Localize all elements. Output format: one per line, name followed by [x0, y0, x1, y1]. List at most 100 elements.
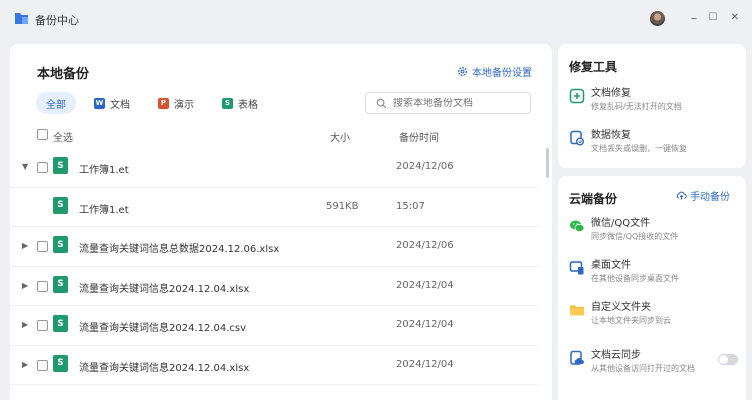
sheet-file-icon: S: [53, 157, 68, 174]
sheet-file-icon: S: [53, 315, 68, 332]
filter-label: 表格: [238, 99, 258, 111]
row-checkbox[interactable]: [37, 280, 48, 292]
gear-icon: [458, 67, 467, 76]
wechat-qq-item[interactable]: 微信/QQ文件 同步微信/QQ接收的文件: [569, 214, 739, 248]
folder-icon: [570, 305, 584, 316]
local-backup-panel: 本地备份 本地备份设置 全部 W 文档 P 演示 S 表格 全选 大小 备份时间 ▼ …: [10, 44, 552, 400]
repair-tools-card: 修复工具 文档修复 修复乱码/无法打开的文档 数据恢复 文档丢失或误删，一键恢复: [558, 44, 746, 168]
word-icon: W: [94, 97, 105, 109]
desktop-icon: [569, 261, 584, 275]
sheet-file-icon: S: [53, 236, 68, 253]
item-title: 微信/QQ文件: [591, 218, 651, 229]
file-list: ▼ S 工作簿1.et 2024/12/06 S 工作簿1.et 591KB 1…: [10, 148, 540, 385]
filter-document[interactable]: W 文档: [84, 92, 140, 114]
filter-presentation[interactable]: P 演示: [148, 92, 204, 114]
page-title: 本地备份: [37, 67, 90, 82]
item-title: 桌面文件: [591, 260, 631, 271]
item-desc: 从其他设备访问打开过的文档: [591, 364, 695, 373]
table-row[interactable]: S 工作簿1.et 591KB 15:07: [10, 188, 540, 227]
filter-label: 文档: [110, 99, 130, 111]
backup-time: 2024/12/04: [396, 319, 454, 330]
expand-arrow-icon[interactable]: ▶: [22, 320, 28, 329]
expand-arrow-icon[interactable]: ▼: [22, 162, 28, 171]
cloud-sync-icon: [570, 350, 584, 365]
app-title: 备份中心: [35, 14, 79, 27]
header-select-all[interactable]: 全选: [53, 129, 73, 144]
minimize-button[interactable]: –: [686, 10, 702, 26]
row-checkbox[interactable]: [37, 162, 48, 173]
item-title: 文档云同步: [591, 350, 641, 361]
item-desc: 修复乱码/无法打开的文档: [591, 102, 682, 111]
search-icon: [376, 98, 387, 108]
backup-time: 2024/12/06: [396, 161, 454, 172]
sheet-icon: S: [222, 97, 233, 109]
file-name: 流量查询关键词信息2024.12.04.xlsx: [79, 283, 250, 295]
backup-time: 15:07: [396, 200, 425, 212]
maximize-button[interactable]: ☐: [705, 10, 721, 26]
row-checkbox[interactable]: [37, 320, 48, 331]
repair-title: 修复工具: [569, 60, 618, 74]
sheet-file-icon: S: [53, 275, 68, 293]
filter-tabs: 全部 W 文档 P 演示 S 表格: [36, 92, 276, 114]
table-row[interactable]: ▶ S 流量查询关键词信息2024.12.04.xlsx 2024/12/04: [10, 346, 540, 385]
row-checkbox[interactable]: [37, 241, 48, 252]
header-time[interactable]: 备份时间: [399, 129, 439, 144]
sheet-file-icon: S: [53, 196, 68, 214]
desktop-files-item[interactable]: 桌面文件 在其他设备同步桌面文件: [569, 256, 739, 290]
table-header: 全选 大小 备份时间: [10, 124, 540, 146]
file-name: 流量查询关键词信息总数据2024.12.06.xlsx: [79, 244, 280, 255]
cloud-upload-icon: [676, 191, 687, 200]
cloud-sync-toggle[interactable]: [718, 354, 738, 365]
title-bar: 备份中心 – ☐ ✕: [0, 0, 752, 38]
file-name: 工作簿1.et: [79, 204, 129, 216]
cloud-backup-card: 云端备份 手动备份 微信/QQ文件 同步微信/QQ接收的文件 桌面文件 在其他设…: [558, 176, 746, 400]
filter-all[interactable]: 全部: [36, 92, 76, 114]
backup-settings-link[interactable]: 本地备份设置: [457, 64, 532, 79]
expand-arrow-icon[interactable]: ▶: [22, 360, 28, 369]
avatar[interactable]: [650, 11, 665, 26]
table-row[interactable]: ▶ S 流量查询关键词信息总数据2024.12.06.xlsx 2024/12/…: [10, 227, 540, 267]
item-title: 自定义文件夹: [591, 302, 651, 313]
ppt-icon: P: [158, 97, 169, 109]
manual-backup-label: 手动备份: [690, 192, 730, 203]
item-desc: 让本地文件夹同步到云: [591, 316, 671, 325]
filter-label: 演示: [174, 99, 194, 111]
backup-time: 2024/12/04: [396, 358, 454, 370]
doc-cloud-sync-item[interactable]: 文档云同步 从其他设备访问打开过的文档: [569, 346, 739, 380]
file-name: 流量查询关键词信息2024.12.04.xlsx: [79, 362, 250, 374]
scrollbar[interactable]: [546, 148, 549, 178]
filter-sheet[interactable]: S 表格: [212, 92, 268, 114]
data-recovery-icon: [570, 130, 584, 146]
data-recovery-item[interactable]: 数据恢复 文档丢失或误删，一键恢复: [569, 126, 739, 160]
header-size[interactable]: 大小: [330, 129, 350, 144]
table-row[interactable]: ▶ S 流量查询关键词信息2024.12.04.xlsx 2024/12/04: [10, 267, 540, 306]
item-title: 数据恢复: [591, 130, 631, 141]
manual-backup-button[interactable]: 手动备份: [676, 188, 730, 203]
file-name: 流量查询关键词信息2024.12.04.csv: [79, 323, 247, 334]
cloud-title: 云端备份: [569, 192, 618, 206]
select-all-checkbox[interactable]: [37, 129, 48, 140]
table-row[interactable]: ▼ S 工作簿1.et 2024/12/06: [10, 148, 540, 188]
item-desc: 文档丢失或误删，一键恢复: [591, 144, 687, 153]
file-name: 工作簿1.et: [79, 165, 129, 176]
close-button[interactable]: ✕: [727, 10, 743, 26]
item-title: 文档修复: [591, 88, 631, 99]
search-input[interactable]: [393, 97, 523, 109]
file-size: 591KB: [326, 200, 359, 212]
expand-arrow-icon[interactable]: ▶: [22, 281, 28, 290]
item-desc: 同步微信/QQ接收的文件: [591, 232, 679, 241]
row-checkbox[interactable]: [37, 359, 48, 371]
custom-folder-item[interactable]: 自定义文件夹 让本地文件夹同步到云: [569, 298, 739, 332]
doc-repair-item[interactable]: 文档修复 修复乱码/无法打开的文档: [569, 84, 739, 118]
search-box[interactable]: [365, 92, 531, 114]
expand-arrow-icon[interactable]: ▶: [22, 241, 28, 250]
filter-label: 全部: [46, 99, 66, 111]
table-row[interactable]: ▶ S 流量查询关键词信息2024.12.04.csv 2024/12/04: [10, 306, 540, 346]
backup-time: 2024/12/06: [396, 240, 454, 251]
backup-logo-icon: [15, 13, 28, 24]
doc-repair-icon: [569, 88, 585, 104]
backup-time: 2024/12/04: [396, 279, 454, 291]
item-desc: 在其他设备同步桌面文件: [591, 274, 679, 283]
sheet-file-icon: S: [53, 354, 68, 372]
settings-label: 本地备份设置: [472, 68, 532, 79]
